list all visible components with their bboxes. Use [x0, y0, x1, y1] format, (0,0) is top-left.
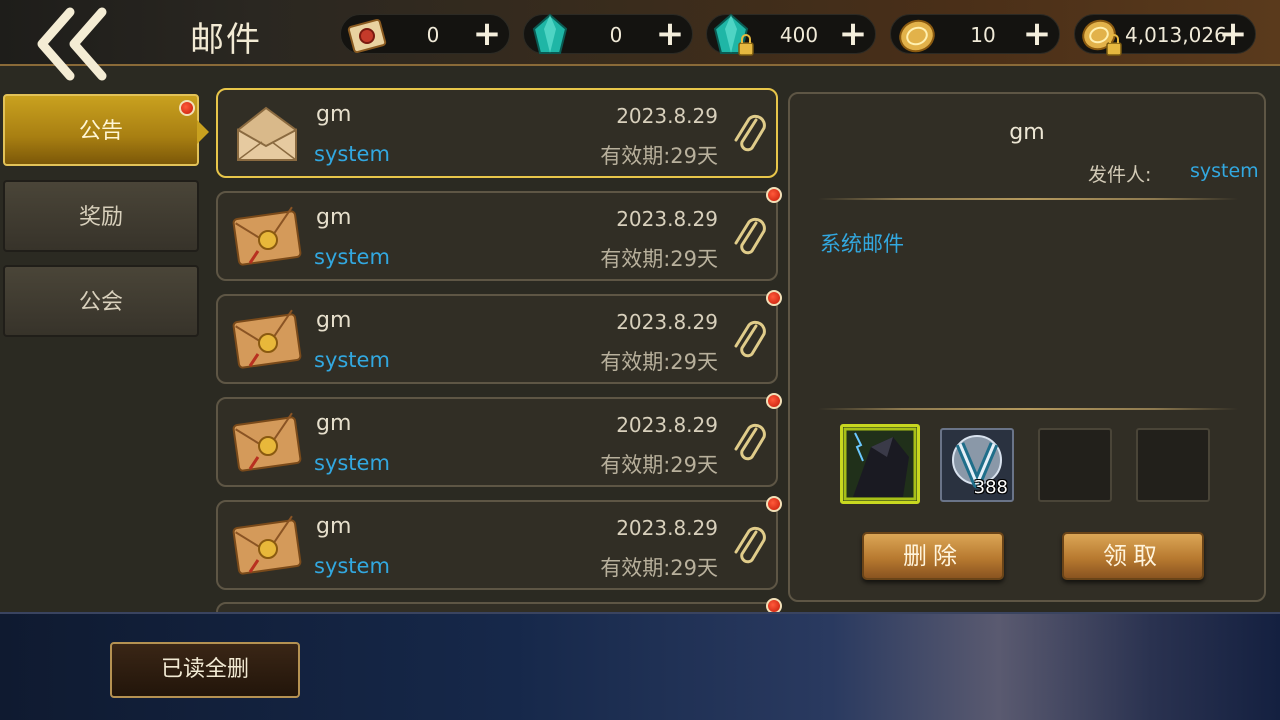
- mail-title: gm: [316, 308, 352, 333]
- tab-rewards[interactable]: 奖励: [3, 180, 199, 252]
- mail-item[interactable]: gm system 2023.8.29 有效期:29天: [216, 88, 778, 178]
- mail-expiry: 有效期:29天: [600, 350, 718, 374]
- claim-button[interactable]: 领取: [1062, 532, 1204, 580]
- mail-title: gm: [316, 205, 352, 230]
- sealed-envelope-icon: [232, 309, 302, 369]
- tab-label: 公告: [78, 119, 123, 144]
- unread-dot: [766, 496, 782, 512]
- currency-diamond: 0 +: [523, 13, 693, 54]
- diamond-icon: [532, 13, 568, 54]
- mail-title: gm: [316, 102, 352, 127]
- mail-expiry: 有效期:29天: [600, 144, 718, 168]
- mail-sender: system: [314, 245, 390, 269]
- mail-date: 2023.8.29: [616, 104, 718, 128]
- tab-label: 奖励: [78, 205, 123, 230]
- currency-value: 10: [970, 23, 996, 47]
- scroll-icon: [347, 18, 387, 54]
- currency-gold: 10 +: [890, 14, 1060, 54]
- paperclip-icon: [734, 526, 766, 564]
- currency-value: 400: [779, 23, 819, 47]
- paperclip-icon: [734, 114, 766, 152]
- tab-label: 公会: [78, 290, 123, 315]
- paperclip-icon: [734, 320, 766, 358]
- detail-title: gm: [1009, 120, 1045, 145]
- mail-item[interactable]: gm system 2023.8.29 有效期:29天: [216, 496, 782, 590]
- detail-body: 系统邮件: [820, 232, 904, 256]
- add-currency-button[interactable]: +: [1021, 17, 1053, 51]
- add-currency-button[interactable]: +: [471, 17, 503, 51]
- bottom-bar: 已读全删: [0, 612, 1280, 720]
- add-currency-button[interactable]: +: [837, 17, 869, 51]
- mail-expiry: 有效期:29天: [600, 556, 718, 580]
- mail-date: 2023.8.29: [616, 207, 718, 231]
- mail-detail-panel: gm 发件人: system 系统邮件 388 删除 领取: [788, 92, 1266, 602]
- tab-guild[interactable]: 公会: [3, 265, 199, 337]
- detail-sender: system: [1190, 160, 1259, 182]
- add-currency-button[interactable]: +: [654, 17, 686, 51]
- mail-expiry: 有效期:29天: [600, 453, 718, 477]
- paperclip-icon: [734, 423, 766, 461]
- double-chevron-left-icon: [37, 7, 107, 81]
- reward-item-vip-badge[interactable]: 388: [940, 428, 1014, 502]
- unread-dot: [766, 290, 782, 306]
- top-bar: 邮件 0 + 0 + 400 + 10 + 4,013,026 +: [0, 0, 1280, 81]
- reward-count: 388: [973, 477, 1008, 498]
- locked-diamond-icon: [713, 13, 754, 56]
- mail-item[interactable]: gm system 2023.8.29 有效期:29天: [216, 187, 782, 281]
- page-title: 邮件: [190, 20, 262, 60]
- sender-label: 发件人:: [1088, 164, 1152, 186]
- mail-expiry: 有效期:29天: [600, 247, 718, 271]
- mail-sender: system: [314, 554, 390, 578]
- reward-item-hero-card[interactable]: [840, 424, 920, 504]
- unread-dot: [766, 393, 782, 409]
- currency-value: 0: [426, 23, 440, 47]
- delete-button[interactable]: 删除: [862, 532, 1004, 580]
- unread-dot: [179, 100, 195, 116]
- back-button[interactable]: [30, 6, 130, 82]
- open-envelope-icon: [237, 106, 297, 161]
- mail-title: gm: [316, 411, 352, 436]
- hero-card-icon: [843, 427, 917, 501]
- gold-coin-icon: [899, 19, 935, 53]
- mail-list[interactable]: gm system 2023.8.29 有效期:29天 gm system 20…: [214, 86, 782, 612]
- mail-sender: system: [314, 348, 390, 372]
- mail-item[interactable]: gm system 2023.8.29 有效期:29天: [216, 393, 782, 487]
- paperclip-icon: [734, 217, 766, 255]
- mail-item[interactable]: gm system 2023.8.29 有效期:29天: [216, 290, 782, 384]
- sealed-envelope-icon: [232, 206, 302, 266]
- currency-scroll: 0 +: [340, 14, 510, 54]
- sealed-envelope-icon: [232, 515, 302, 575]
- reward-slot-empty: [1038, 428, 1112, 502]
- unread-dot: [766, 598, 782, 612]
- currency-value: 4,013,026: [1125, 23, 1227, 47]
- reward-slot-empty: [1136, 428, 1210, 502]
- delete-all-read-button[interactable]: 已读全删: [110, 642, 300, 698]
- add-currency-button[interactable]: +: [1217, 17, 1249, 51]
- mail-date: 2023.8.29: [616, 310, 718, 334]
- mail-date: 2023.8.29: [616, 413, 718, 437]
- currency-value: 0: [609, 23, 623, 47]
- tab-announcement[interactable]: 公告: [3, 94, 209, 166]
- currency-locked-gold: 4,013,026 +: [1074, 14, 1256, 56]
- locked-gold-coin-icon: [1082, 19, 1122, 56]
- mail-date: 2023.8.29: [616, 516, 718, 540]
- mail-item[interactable]: [216, 598, 782, 612]
- mail-sender: system: [314, 142, 390, 166]
- sealed-envelope-icon: [232, 412, 302, 472]
- unread-dot: [766, 187, 782, 203]
- divider: [818, 198, 1238, 200]
- currency-locked-diamond: 400 +: [706, 13, 876, 56]
- divider: [818, 408, 1238, 410]
- mail-title: gm: [316, 514, 352, 539]
- mail-sender: system: [314, 451, 390, 475]
